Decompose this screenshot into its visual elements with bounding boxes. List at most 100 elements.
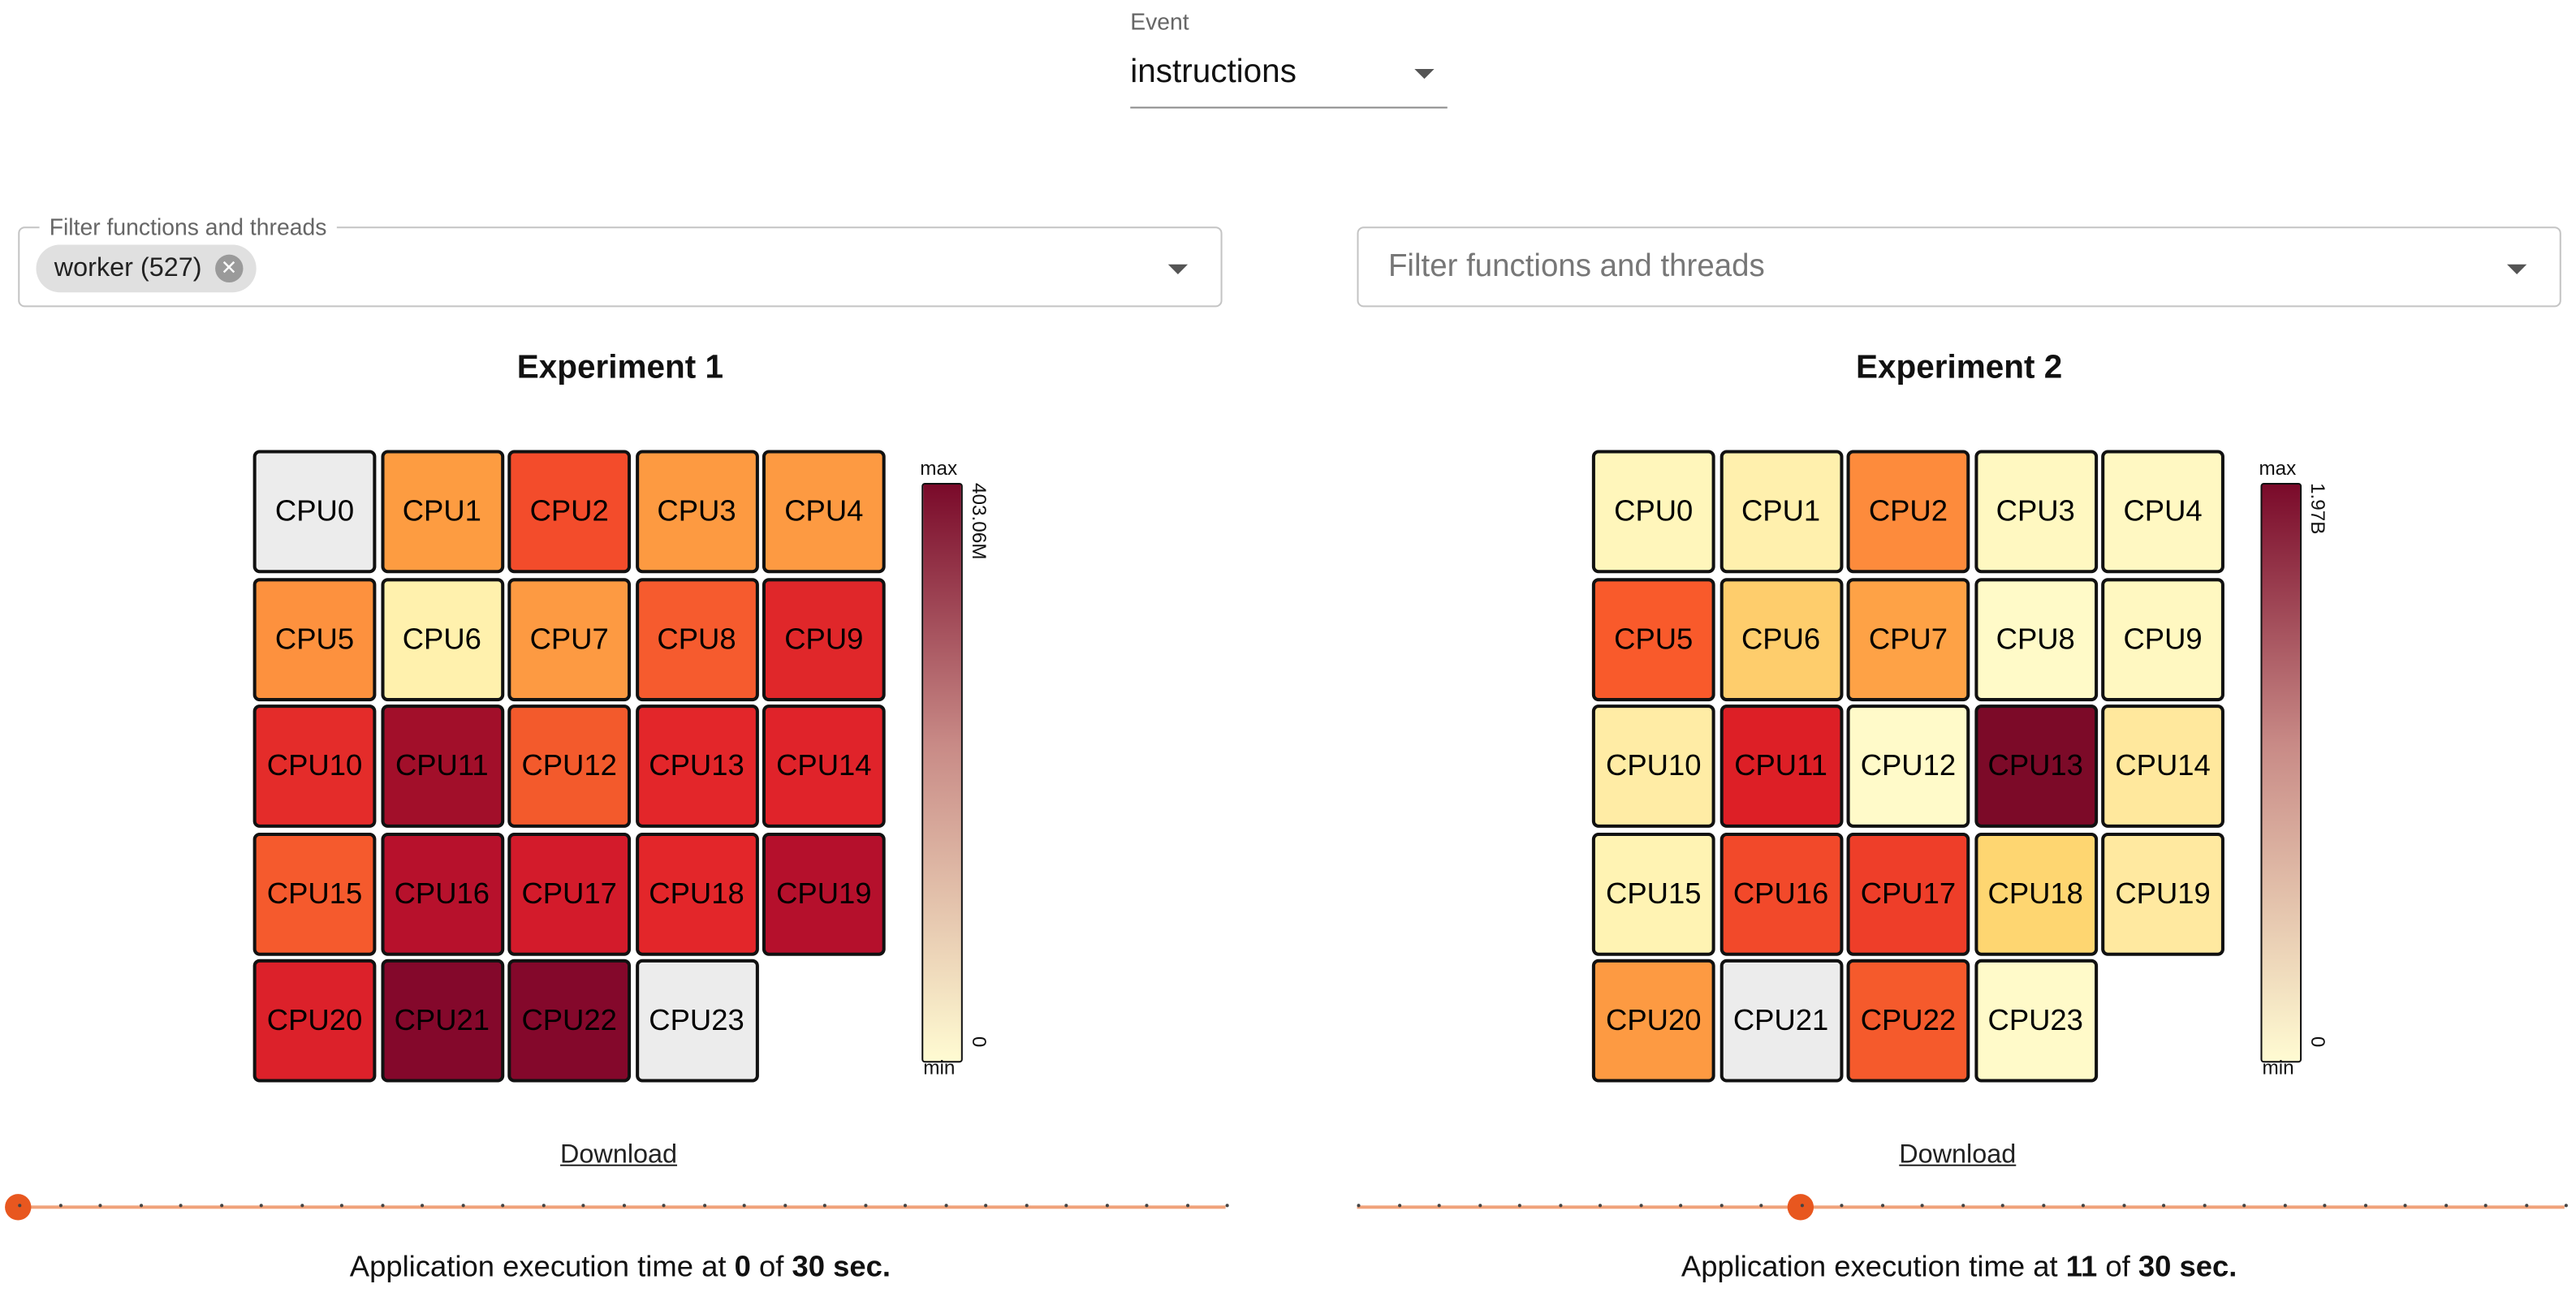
exec-prefix: Application execution time at [1681, 1249, 2066, 1283]
cpu-cell-cpu13[interactable]: CPU13 [635, 704, 758, 828]
cpu-cell-cpu11[interactable]: CPU11 [380, 704, 504, 828]
cpu-cell-cpu13[interactable]: CPU13 [1974, 704, 2098, 828]
cpu-cell-cpu9[interactable]: CPU9 [2101, 577, 2224, 701]
cpu-cell-cpu5[interactable]: CPU5 [252, 577, 377, 701]
slider-tick [822, 1204, 826, 1208]
cpu-cell-cpu4[interactable]: CPU4 [2101, 450, 2224, 574]
cpu-cell-cpu21[interactable]: CPU21 [1719, 959, 1843, 1083]
slider-tick [2282, 1204, 2286, 1208]
cpu-cell-cpu10[interactable]: CPU10 [1591, 704, 1715, 828]
cpu-cell-cpu14[interactable]: CPU14 [2101, 704, 2224, 828]
slider-tick [1478, 1204, 1482, 1208]
cpu-cell-cpu6[interactable]: CPU6 [1719, 577, 1843, 701]
cpu-cell-cpu0[interactable]: CPU0 [252, 450, 377, 574]
cpu-cell-cpu20[interactable]: CPU20 [252, 959, 377, 1083]
event-label: Event [1130, 8, 1189, 35]
filter-input-experiment-1[interactable]: Filter functions and threads worker (527… [18, 213, 1223, 308]
cpu-cell-cpu11[interactable]: CPU11 [1719, 704, 1843, 828]
filter-placeholder: Filter functions and threads [1387, 249, 1765, 285]
cpu-cell-cpu21[interactable]: CPU21 [380, 959, 504, 1083]
slider-tick [1840, 1204, 1844, 1208]
slider-tick [1064, 1204, 1068, 1208]
slider-tick [702, 1204, 706, 1208]
slider-tick [2362, 1204, 2367, 1208]
slider-tick [662, 1204, 666, 1208]
slider-tick [1679, 1204, 1683, 1208]
slider-tick [2000, 1204, 2004, 1208]
slider-tick [2483, 1204, 2488, 1208]
slider-tick [2564, 1204, 2568, 1208]
slider-tick [943, 1204, 947, 1208]
chip-remove-icon[interactable]: ✕ [214, 254, 244, 283]
cpu-cell-cpu0[interactable]: CPU0 [1591, 450, 1715, 574]
slider-tick [1558, 1204, 1562, 1208]
cpu-cell-cpu3[interactable]: CPU3 [635, 450, 758, 574]
cpu-cell-cpu22[interactable]: CPU22 [507, 959, 632, 1083]
cpu-cell-cpu6[interactable]: CPU6 [380, 577, 504, 701]
slider-tick [1357, 1204, 1361, 1208]
cpu-cell-cpu18[interactable]: CPU18 [1974, 831, 2098, 955]
cpu-cell-cpu8[interactable]: CPU8 [635, 577, 758, 701]
slider-tick [1920, 1204, 1924, 1208]
slider-tick [18, 1204, 22, 1208]
cpu-cell-cpu20[interactable]: CPU20 [1591, 959, 1715, 1083]
cpu-cell-cpu16[interactable]: CPU16 [380, 831, 504, 955]
exec-total-time: 30 sec. [2138, 1249, 2237, 1283]
cpu-cell-cpu17[interactable]: CPU17 [1846, 831, 1970, 955]
filter-chip[interactable]: worker (527) ✕ [36, 244, 257, 293]
slider-tick [421, 1204, 425, 1208]
download-link[interactable]: Download [560, 1141, 677, 1170]
time-slider[interactable] [5, 1194, 1229, 1221]
exec-current-time: 11 [2065, 1249, 2098, 1283]
cpu-cell-cpu2[interactable]: CPU2 [507, 450, 632, 574]
cpu-cell-cpu1[interactable]: CPU1 [1719, 450, 1843, 574]
cpu-cell-cpu9[interactable]: CPU9 [762, 577, 886, 701]
cpu-cell-cpu15[interactable]: CPU15 [252, 831, 377, 955]
filter-input-experiment-2[interactable]: Filter functions and threads [1357, 226, 2561, 308]
cpu-cell-cpu15[interactable]: CPU15 [1591, 831, 1715, 955]
download-link[interactable]: Download [1899, 1141, 2016, 1170]
chevron-down-icon[interactable] [1167, 264, 1189, 274]
slider-thumb[interactable] [1786, 1194, 1814, 1221]
cpu-cell-cpu23[interactable]: CPU23 [1974, 959, 2098, 1083]
cpu-cell-cpu12[interactable]: CPU12 [1846, 704, 1970, 828]
cpu-cell-cpu18[interactable]: CPU18 [635, 831, 758, 955]
cpu-cell-cpu7[interactable]: CPU7 [507, 577, 632, 701]
slider-tick [2081, 1204, 2085, 1208]
cpu-cell-cpu1[interactable]: CPU1 [380, 450, 504, 574]
cpu-cell-cpu3[interactable]: CPU3 [1974, 450, 2098, 574]
slider-tick [2524, 1204, 2528, 1208]
cpu-cell-cpu23[interactable]: CPU23 [635, 959, 758, 1083]
slider-tick [1638, 1204, 1642, 1208]
cpu-cell-cpu8[interactable]: CPU8 [1974, 577, 2098, 701]
slider-tick [1759, 1204, 1763, 1208]
cpu-cell-cpu19[interactable]: CPU19 [762, 831, 886, 955]
color-scale-min-label: min [923, 1056, 956, 1079]
cpu-cell-cpu14[interactable]: CPU14 [762, 704, 886, 828]
color-scale-max-label: max [920, 456, 958, 480]
slider-tick [1024, 1204, 1028, 1208]
color-scale-bar [2260, 482, 2302, 1063]
slider-tick [742, 1204, 746, 1208]
cpu-cell-cpu12[interactable]: CPU12 [507, 704, 632, 828]
cpu-cell-cpu4[interactable]: CPU4 [762, 450, 886, 574]
time-slider[interactable] [1357, 1194, 2568, 1221]
cpu-cell-cpu5[interactable]: CPU5 [1591, 577, 1715, 701]
cpu-cell-cpu2[interactable]: CPU2 [1846, 450, 1970, 574]
slider-tick [58, 1204, 62, 1208]
cpu-cell-cpu22[interactable]: CPU22 [1846, 959, 1970, 1083]
cpu-cell-cpu16[interactable]: CPU16 [1719, 831, 1843, 955]
cpu-cell-cpu17[interactable]: CPU17 [507, 831, 632, 955]
chevron-down-icon[interactable] [2507, 264, 2527, 274]
cpu-cell-cpu7[interactable]: CPU7 [1846, 577, 1970, 701]
event-select[interactable]: instructions [1130, 43, 1448, 109]
exec-prefix: Application execution time at [349, 1249, 735, 1283]
slider-tick [1145, 1204, 1149, 1208]
cpu-cell-cpu19[interactable]: CPU19 [2101, 831, 2224, 955]
cpu-cell-cpu10[interactable]: CPU10 [252, 704, 377, 828]
slider-tick [339, 1204, 343, 1208]
slider-tick [1719, 1204, 1723, 1208]
slider-tick [1880, 1204, 1884, 1208]
exec-total-time: 30 sec. [792, 1249, 891, 1283]
slider-thumb[interactable] [5, 1194, 32, 1221]
